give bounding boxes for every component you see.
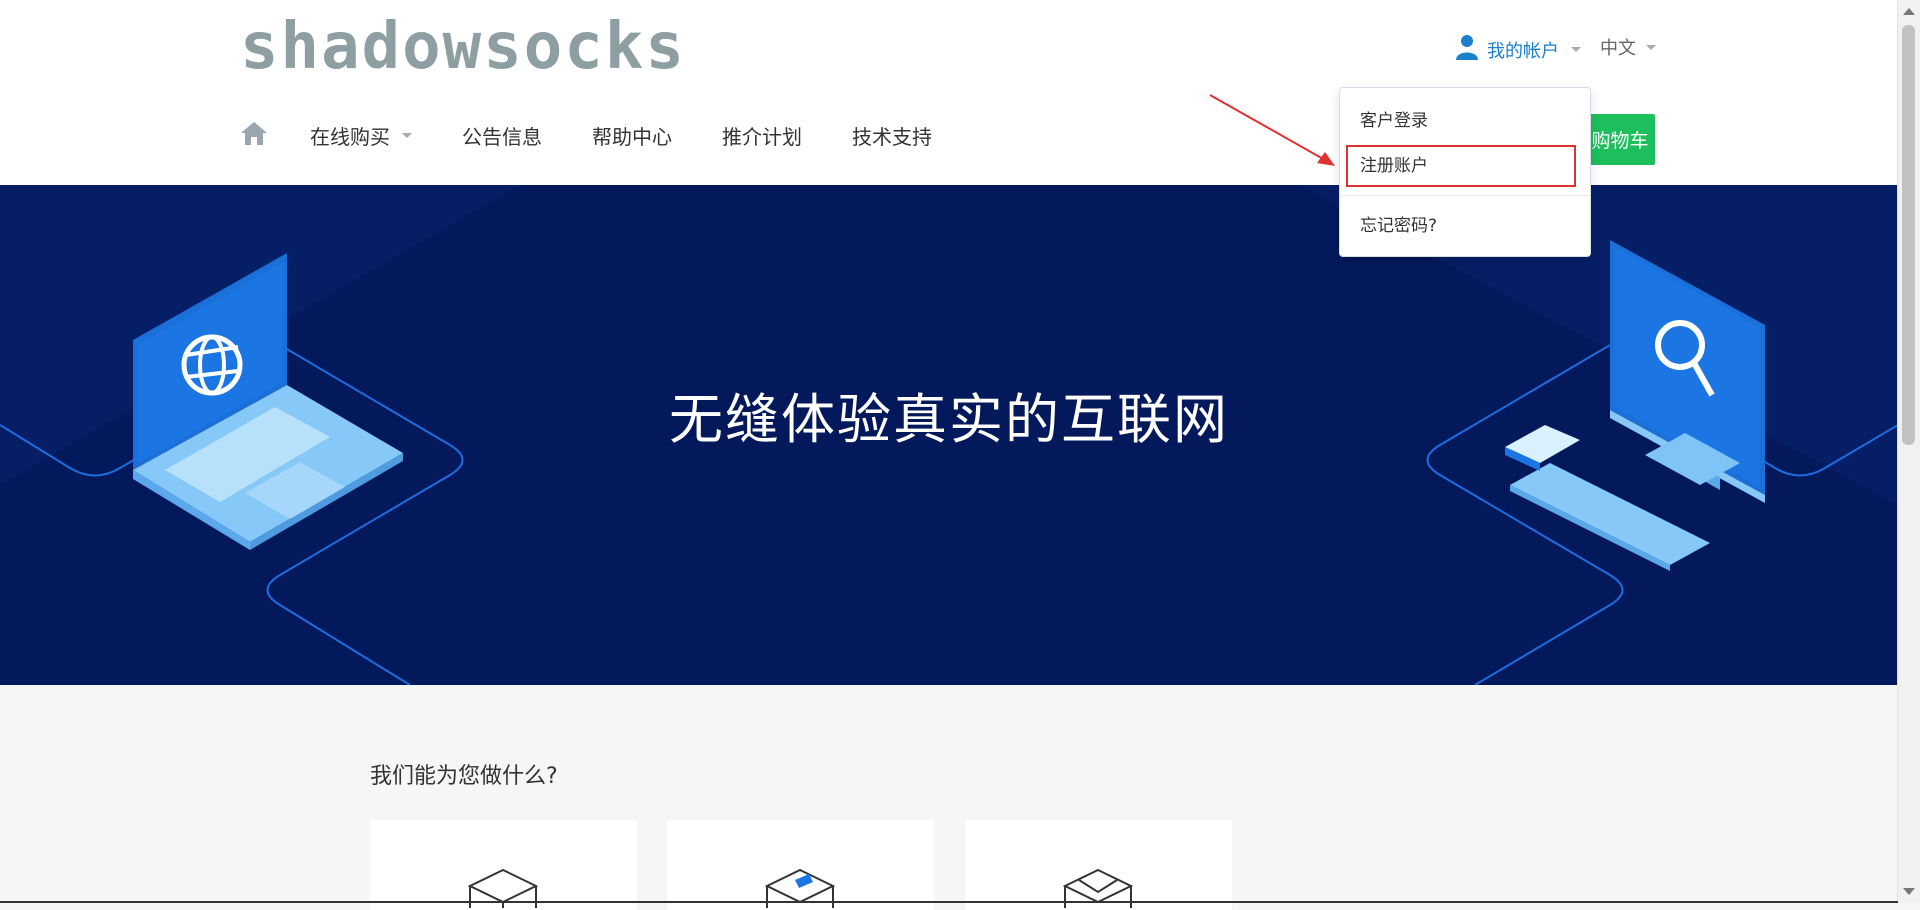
service-card[interactable] (667, 820, 934, 910)
scroll-down-icon[interactable] (1903, 888, 1915, 895)
chevron-down-icon (402, 132, 412, 138)
dropdown-item-forgot-password[interactable]: 忘记密码? (1360, 211, 1437, 236)
page-scrollbar[interactable] (1897, 0, 1920, 903)
nav-item-label: 在线购买 (310, 124, 390, 149)
top-header: shadowsocks 我的帐户 中文 在线购买 公告信息 帮助中心 推介计划 … (0, 0, 1898, 185)
chevron-down-icon (1571, 47, 1581, 52)
language-selector[interactable]: 中文 (1600, 34, 1656, 60)
my-account-menu[interactable]: 我的帐户 (1455, 34, 1581, 65)
scroll-thumb[interactable] (1902, 25, 1915, 445)
cart-button-label: 购物车 (1591, 130, 1649, 152)
home-icon[interactable] (240, 120, 270, 150)
services-title: 我们能为您做什么? (370, 764, 558, 789)
nav-item-announcements[interactable]: 公告信息 (462, 121, 542, 150)
nav-item-referral[interactable]: 推介计划 (722, 121, 802, 150)
logo[interactable]: shadowsocks (240, 10, 686, 84)
nav-item-help-center[interactable]: 帮助中心 (592, 121, 672, 150)
user-icon (1455, 34, 1479, 65)
dropdown-item-login[interactable]: 客户登录 (1360, 106, 1428, 131)
main-nav: 在线购买 公告信息 帮助中心 推介计划 技术支持 (240, 120, 982, 150)
nav-item-buy-online[interactable]: 在线购买 (310, 121, 412, 150)
hero-banner: 无缝体验真实的互联网 (0, 185, 1898, 685)
nav-item-support[interactable]: 技术支持 (852, 121, 932, 150)
dropdown-divider (1340, 195, 1590, 196)
hero-title: 无缝体验真实的互联网 (669, 388, 1229, 451)
service-card[interactable] (965, 820, 1232, 910)
annotation-highlight-box (1346, 145, 1576, 187)
service-card[interactable] (370, 820, 637, 910)
my-account-label: 我的帐户 (1487, 40, 1559, 62)
language-label: 中文 (1600, 38, 1636, 59)
chevron-down-icon (1646, 44, 1656, 50)
annotation-arrow (1209, 94, 1335, 166)
scroll-up-icon[interactable] (1903, 8, 1915, 15)
